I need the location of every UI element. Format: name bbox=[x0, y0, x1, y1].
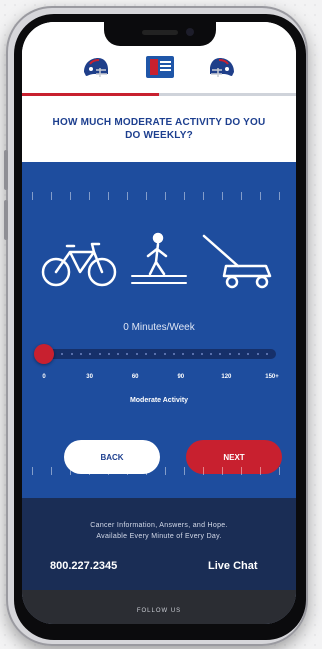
site-footer: Cancer Information, Answers, and Hope. A… bbox=[22, 498, 296, 624]
track-dot bbox=[89, 353, 92, 355]
phone-side-button bbox=[4, 200, 8, 240]
logo-sword-mark bbox=[150, 59, 158, 75]
yard-tick bbox=[70, 192, 71, 200]
yard-tick bbox=[108, 192, 109, 200]
tagline-line-2: Available Every Minute of Every Day. bbox=[96, 533, 222, 540]
football-helmet-icon bbox=[210, 58, 234, 77]
yard-tick bbox=[165, 467, 166, 475]
track-dot bbox=[191, 353, 194, 355]
slider-scale-label: 60 bbox=[131, 374, 139, 380]
track-dot bbox=[135, 353, 138, 355]
phone-screen: HOW MUCH MODERATE ACTIVITY DO YOU DO WEE… bbox=[22, 22, 296, 624]
follow-bar bbox=[22, 590, 296, 624]
yard-tick bbox=[32, 467, 33, 475]
phone-side-button bbox=[4, 150, 8, 190]
yard-tick bbox=[184, 192, 185, 200]
phone-notch bbox=[104, 22, 216, 46]
speaker-grille bbox=[142, 30, 178, 35]
track-dot bbox=[172, 353, 175, 355]
yard-tick bbox=[51, 467, 52, 475]
track-dot bbox=[107, 353, 110, 355]
track-dot bbox=[210, 353, 213, 355]
track-dot bbox=[228, 353, 231, 355]
yard-tick bbox=[165, 192, 166, 200]
slider-scale-label: 150+ bbox=[265, 374, 279, 380]
activity-panel: 0 Minutes/Week 0 30 60 90 120 150+ Moderate A… bbox=[22, 162, 296, 498]
slider-scale-label: 120 bbox=[221, 374, 232, 380]
yard-tick bbox=[203, 467, 204, 475]
track-dot bbox=[182, 353, 185, 355]
progress-stripe-remaining bbox=[159, 93, 296, 96]
track-dot bbox=[98, 353, 101, 355]
yard-tick bbox=[146, 467, 147, 475]
minutes-readout: 0 Minutes/Week bbox=[123, 322, 195, 333]
yard-tick bbox=[260, 467, 261, 475]
track-dot bbox=[219, 353, 222, 355]
bicycle-icon bbox=[41, 242, 117, 287]
track-dot bbox=[79, 353, 82, 355]
track-dot bbox=[163, 353, 166, 355]
yard-tick bbox=[146, 192, 147, 200]
yard-tick bbox=[241, 467, 242, 475]
slider-scale-label: 0 bbox=[42, 374, 46, 380]
yard-tick bbox=[222, 192, 223, 200]
tagline-line-1: Cancer Information, Answers, and Hope. bbox=[90, 522, 228, 529]
yard-tick bbox=[279, 192, 280, 200]
progress-stripe-filled bbox=[22, 93, 159, 96]
activity-slider-track[interactable] bbox=[42, 349, 276, 359]
helpline-phone-link[interactable]: 800.227.2345 bbox=[50, 560, 117, 572]
track-dot bbox=[145, 353, 147, 355]
yard-tick bbox=[70, 467, 71, 475]
football-helmet-icon bbox=[84, 58, 108, 77]
yard-line-marks bbox=[22, 467, 296, 475]
track-dot bbox=[238, 353, 240, 355]
follow-us-label: FOLLOW US bbox=[136, 608, 182, 614]
yard-tick bbox=[279, 467, 280, 475]
track-dot bbox=[247, 353, 250, 355]
lawn-mower-icon bbox=[202, 234, 272, 289]
live-chat-link[interactable]: Live Chat bbox=[208, 560, 258, 572]
activity-slider-handle[interactable] bbox=[34, 344, 54, 364]
yard-tick bbox=[127, 467, 128, 475]
yard-tick bbox=[184, 467, 185, 475]
slider-scale-label: 90 bbox=[177, 374, 185, 380]
track-dot bbox=[256, 353, 259, 355]
question-heading: HOW MUCH MODERATE ACTIVITY DO YOU DO WEE… bbox=[52, 117, 266, 141]
acs-logo[interactable] bbox=[146, 56, 174, 78]
front-camera bbox=[186, 28, 194, 36]
track-dot bbox=[126, 353, 129, 355]
walking-person-icon bbox=[131, 232, 187, 284]
yard-tick bbox=[260, 192, 261, 200]
track-dot bbox=[61, 353, 64, 355]
yard-tick bbox=[108, 467, 109, 475]
footer-tagline: Cancer Information, Answers, and Hope. A… bbox=[32, 520, 286, 542]
activity-icons bbox=[41, 232, 272, 289]
track-dot bbox=[200, 353, 203, 355]
yard-tick bbox=[203, 192, 204, 200]
logo-text-lines bbox=[160, 61, 171, 63]
slider-caption: Moderate Activity bbox=[129, 397, 189, 404]
yard-tick bbox=[89, 192, 90, 200]
yard-tick bbox=[89, 467, 90, 475]
yard-line-marks bbox=[22, 192, 296, 200]
track-dot bbox=[70, 353, 73, 355]
slider-scale-label: 30 bbox=[86, 374, 93, 380]
track-dot bbox=[154, 353, 157, 355]
yard-tick bbox=[241, 192, 242, 200]
track-dot bbox=[117, 353, 120, 355]
yard-tick bbox=[222, 467, 223, 475]
yard-tick bbox=[32, 192, 33, 200]
yard-tick bbox=[51, 192, 52, 200]
yard-tick bbox=[127, 192, 128, 200]
track-dot bbox=[265, 353, 268, 355]
